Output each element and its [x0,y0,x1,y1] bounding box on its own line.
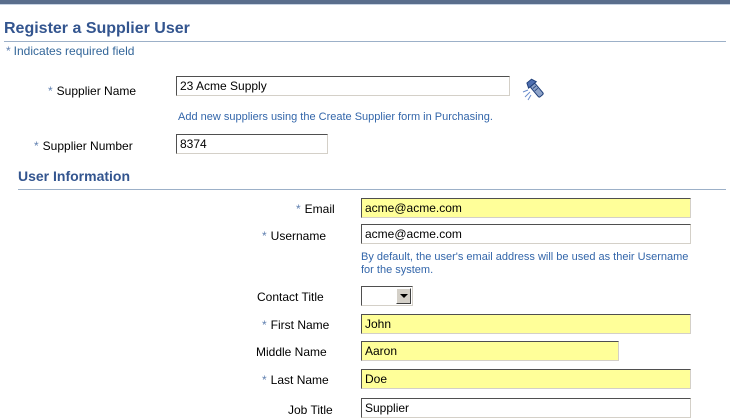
top-bar [0,0,730,5]
first-name-label: * First Name [262,318,330,332]
required-marker: * [48,84,53,98]
middle-name-input[interactable]: Aaron [361,341,619,361]
job-title-label: Job Title [288,403,333,417]
supplier-name-hint: Add new suppliers using the Create Suppl… [178,111,493,123]
last-name-label: * Last Name [262,373,329,387]
email-input[interactable]: acme@acme.com [361,198,691,218]
required-marker: * [262,229,267,243]
contact-title-select[interactable] [361,286,413,306]
required-marker: * [262,373,267,387]
required-marker: * [262,318,267,332]
last-name-input[interactable]: Doe [361,369,691,389]
supplier-name-label: * Supplier Name [48,84,137,98]
job-title-input[interactable]: Supplier [361,398,691,418]
supplier-name-input[interactable]: 23 Acme Supply [176,76,510,96]
supplier-number-label: * Supplier Number [34,139,133,153]
required-marker: * [296,202,301,216]
username-label: * Username [262,229,327,243]
required-note: * Indicates required field [6,44,134,58]
required-marker: * [6,44,11,58]
flashlight-search-icon[interactable] [522,75,548,101]
contact-title-label: Contact Title [257,290,324,304]
required-note-text: Indicates required field [13,44,135,58]
supplier-number-input[interactable]: 8374 [176,134,328,154]
middle-name-label: Middle Name [256,345,327,359]
username-hint: By default, the user's email address wil… [361,251,689,276]
page-title: Register a Supplier User [4,20,726,42]
required-marker: * [34,139,39,153]
email-label: * Email [296,202,335,216]
user-information-header: User Information [18,168,726,190]
username-input[interactable]: acme@acme.com [361,224,691,244]
dropdown-arrow-icon[interactable] [396,288,411,304]
first-name-input[interactable]: John [361,314,691,334]
